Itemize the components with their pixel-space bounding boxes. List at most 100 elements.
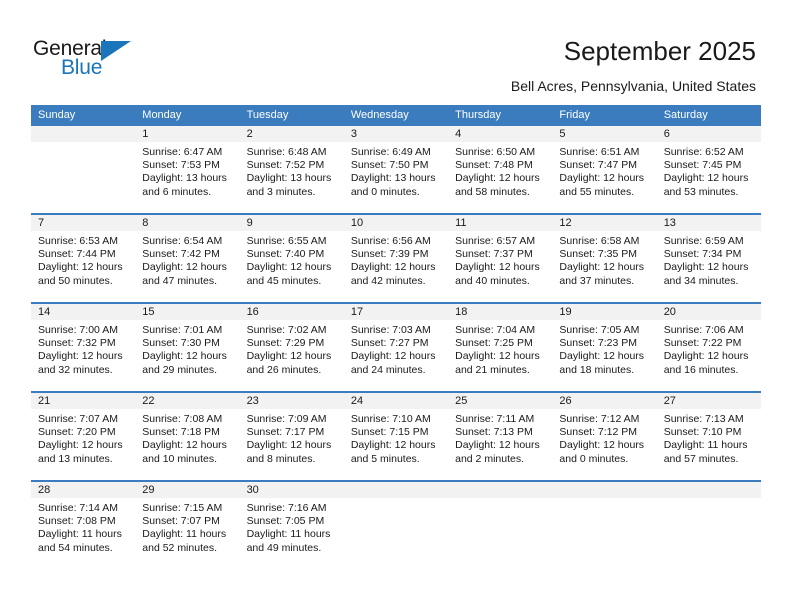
day-sunrise-text: Sunrise: 6:51 AM <box>559 146 640 158</box>
day-daylight-line1-text: Daylight: 12 hours <box>455 261 540 274</box>
day-number: 30 <box>239 482 344 498</box>
weekday-header-saturday: Saturday <box>663 109 708 121</box>
day-sunset-text: Sunset: 7:15 PM <box>350 426 429 439</box>
day-daylight-line1-text: Daylight: 12 hours <box>559 172 645 185</box>
calendar-weeks: 1 Sunrise: 6:47 AM Sunset: 7:53 PM Daylight… <box>31 126 761 569</box>
day-sunrise-text: Sunrise: 7:03 AM <box>350 324 431 336</box>
calendar-week-row: 14 Sunrise: 7:00 AM Sunset: 7:32 PM Dayligh… <box>31 302 761 391</box>
day-cell[interactable]: 13 Sunrise: 6:59 AM Sunset: 7:34 PM Dayligh… <box>656 215 761 302</box>
day-sun-info: Sunrise: 6:49 AM Sunset: 7:50 PM Daylight:… <box>344 142 448 199</box>
day-sun-info: Sunrise: 7:03 AM Sunset: 7:27 PM Daylight:… <box>344 320 448 377</box>
day-number: 12 <box>552 215 657 231</box>
day-daylight-line2-text: and 37 minutes. <box>559 274 635 287</box>
general-blue-logo[interactable]: General Blue <box>33 37 153 83</box>
day-cell[interactable]: 7 Sunrise: 6:53 AM Sunset: 7:44 PM Daylight… <box>31 215 136 302</box>
day-daylight-line1-text: Daylight: 11 hours <box>38 528 122 541</box>
day-number: 10 <box>343 215 449 231</box>
day-daylight-line1-text: Daylight: 12 hours <box>663 261 749 274</box>
day-sunrise-text: Sunrise: 6:56 AM <box>350 235 431 247</box>
day-cell[interactable]: 14 Sunrise: 7:00 AM Sunset: 7:32 PM Dayligh… <box>31 304 136 391</box>
day-daylight-line1-text: Daylight: 12 hours <box>38 439 123 452</box>
day-sun-info: Sunrise: 7:07 AM Sunset: 7:20 PM Daylight:… <box>31 409 135 466</box>
day-cell[interactable]: 8 Sunrise: 6:54 AM Sunset: 7:42 PM Daylight… <box>135 215 240 302</box>
day-sun-info: Sunrise: 7:14 AM Sunset: 7:08 PM Daylight:… <box>31 498 135 555</box>
day-daylight-line2-text: and 3 minutes. <box>246 185 316 198</box>
day-daylight-line1-text: Daylight: 12 hours <box>142 439 227 452</box>
day-cell-empty <box>343 482 449 569</box>
day-daylight-line1-text: Daylight: 12 hours <box>559 261 645 274</box>
day-number: 8 <box>135 215 240 231</box>
day-sunset-text: Sunset: 7:35 PM <box>559 248 638 261</box>
day-daylight-line2-text: and 0 minutes. <box>350 185 420 198</box>
day-number: 15 <box>135 304 240 320</box>
calendar-page: General Blue September 2025 Bell Acres, … <box>0 0 792 612</box>
day-cell[interactable]: 19 Sunrise: 7:05 AM Sunset: 7:23 PM Dayligh… <box>552 304 657 391</box>
day-cell[interactable]: 28 Sunrise: 7:14 AM Sunset: 7:08 PM Dayligh… <box>31 482 136 569</box>
day-cell[interactable]: 6 Sunrise: 6:52 AM Sunset: 7:45 PM Daylight… <box>656 126 761 213</box>
day-sunset-text: Sunset: 7:17 PM <box>246 426 325 439</box>
day-sunrise-text: Sunrise: 7:00 AM <box>38 324 118 336</box>
day-cell[interactable]: 2 Sunrise: 6:48 AM Sunset: 7:52 PM Daylight… <box>239 126 344 213</box>
day-sunrise-text: Sunrise: 7:10 AM <box>350 413 431 425</box>
day-daylight-line1-text: Daylight: 12 hours <box>38 261 123 274</box>
day-daylight-line2-text: and 13 minutes. <box>38 452 113 465</box>
day-cell[interactable]: 4 Sunrise: 6:50 AM Sunset: 7:48 PM Daylight… <box>448 126 553 213</box>
day-number: 29 <box>135 482 240 498</box>
day-sun-info: Sunrise: 7:00 AM Sunset: 7:32 PM Daylight:… <box>31 320 135 377</box>
day-cell[interactable]: 18 Sunrise: 7:04 AM Sunset: 7:25 PM Dayligh… <box>448 304 553 391</box>
day-sunset-text: Sunset: 7:23 PM <box>559 337 638 350</box>
day-daylight-line1-text: Daylight: 12 hours <box>38 350 123 363</box>
day-cell[interactable]: 1 Sunrise: 6:47 AM Sunset: 7:53 PM Daylight… <box>135 126 240 213</box>
day-cell[interactable]: 25 Sunrise: 7:11 AM Sunset: 7:13 PM Dayligh… <box>448 393 553 480</box>
day-cell[interactable]: 17 Sunrise: 7:03 AM Sunset: 7:27 PM Dayligh… <box>343 304 449 391</box>
day-sunset-text: Sunset: 7:42 PM <box>142 248 220 261</box>
day-cell[interactable]: 5 Sunrise: 6:51 AM Sunset: 7:47 PM Daylight… <box>552 126 657 213</box>
day-cell[interactable]: 27 Sunrise: 7:13 AM Sunset: 7:10 PM Dayligh… <box>656 393 761 480</box>
day-daylight-line1-text: Daylight: 12 hours <box>350 350 436 363</box>
day-cell[interactable]: 29 Sunrise: 7:15 AM Sunset: 7:07 PM Dayligh… <box>135 482 240 569</box>
weekday-header-sunday: Sunday <box>38 109 76 121</box>
day-cell[interactable]: 3 Sunrise: 6:49 AM Sunset: 7:50 PM Daylight… <box>343 126 449 213</box>
day-cell[interactable]: 12 Sunrise: 6:58 AM Sunset: 7:35 PM Dayligh… <box>552 215 657 302</box>
day-cell[interactable]: 24 Sunrise: 7:10 AM Sunset: 7:15 PM Dayligh… <box>343 393 449 480</box>
day-cell[interactable]: 22 Sunrise: 7:08 AM Sunset: 7:18 PM Dayligh… <box>135 393 240 480</box>
day-daylight-line2-text: and 50 minutes. <box>38 274 113 287</box>
day-cell[interactable]: 16 Sunrise: 7:02 AM Sunset: 7:29 PM Dayligh… <box>239 304 344 391</box>
day-cell[interactable]: 23 Sunrise: 7:09 AM Sunset: 7:17 PM Dayligh… <box>239 393 344 480</box>
day-cell[interactable]: 26 Sunrise: 7:12 AM Sunset: 7:12 PM Dayligh… <box>552 393 657 480</box>
day-sunrise-text: Sunrise: 7:15 AM <box>142 502 223 514</box>
day-cell-empty <box>448 482 553 569</box>
day-sun-info: Sunrise: 6:47 AM Sunset: 7:53 PM Daylight:… <box>135 142 239 199</box>
day-daylight-line2-text: and 26 minutes. <box>246 363 322 376</box>
day-sun-info: Sunrise: 6:51 AM Sunset: 7:47 PM Daylight:… <box>552 142 656 199</box>
day-cell[interactable]: 21 Sunrise: 7:07 AM Sunset: 7:20 PM Dayligh… <box>31 393 136 480</box>
day-daylight-line1-text: Daylight: 12 hours <box>246 439 332 452</box>
day-daylight-line1-text: Daylight: 11 hours <box>663 439 748 452</box>
day-daylight-line2-text: and 16 minutes. <box>663 363 739 376</box>
day-cell[interactable]: 15 Sunrise: 7:01 AM Sunset: 7:30 PM Dayligh… <box>135 304 240 391</box>
day-daylight-line1-text: Daylight: 12 hours <box>663 350 749 363</box>
day-cell-empty <box>31 126 136 213</box>
day-daylight-line2-text: and 29 minutes. <box>142 363 217 376</box>
day-sun-info: Sunrise: 7:16 AM Sunset: 7:05 PM Daylight:… <box>240 498 344 555</box>
day-sunrise-text: Sunrise: 7:09 AM <box>246 413 327 425</box>
day-sunrise-text: Sunrise: 6:59 AM <box>663 235 744 247</box>
day-daylight-line1-text: Daylight: 12 hours <box>350 261 436 274</box>
day-number: 23 <box>239 393 344 409</box>
day-cell[interactable]: 10 Sunrise: 6:56 AM Sunset: 7:39 PM Dayligh… <box>343 215 449 302</box>
day-sun-info: Sunrise: 7:11 AM Sunset: 7:13 PM Daylight:… <box>448 409 552 466</box>
day-sunrise-text: Sunrise: 6:55 AM <box>246 235 327 247</box>
day-sunset-text: Sunset: 7:29 PM <box>246 337 325 350</box>
calendar-grid: Sunday Monday Tuesday Wednesday Thursday Frid… <box>31 105 761 569</box>
day-number: 4 <box>448 126 553 142</box>
day-cell[interactable]: 30 Sunrise: 7:16 AM Sunset: 7:05 PM Dayligh… <box>239 482 344 569</box>
day-cell[interactable]: 20 Sunrise: 7:06 AM Sunset: 7:22 PM Dayligh… <box>656 304 761 391</box>
day-number: 5 <box>552 126 657 142</box>
day-daylight-line2-text: and 5 minutes. <box>350 452 420 465</box>
day-cell[interactable]: 9 Sunrise: 6:55 AM Sunset: 7:40 PM Daylight… <box>239 215 344 302</box>
day-sunset-text: Sunset: 7:47 PM <box>559 159 638 172</box>
day-sunset-text: Sunset: 7:25 PM <box>455 337 533 350</box>
day-sunset-text: Sunset: 7:39 PM <box>350 248 429 261</box>
triangle-icon <box>101 41 131 61</box>
day-cell[interactable]: 11 Sunrise: 6:57 AM Sunset: 7:37 PM Dayligh… <box>448 215 553 302</box>
